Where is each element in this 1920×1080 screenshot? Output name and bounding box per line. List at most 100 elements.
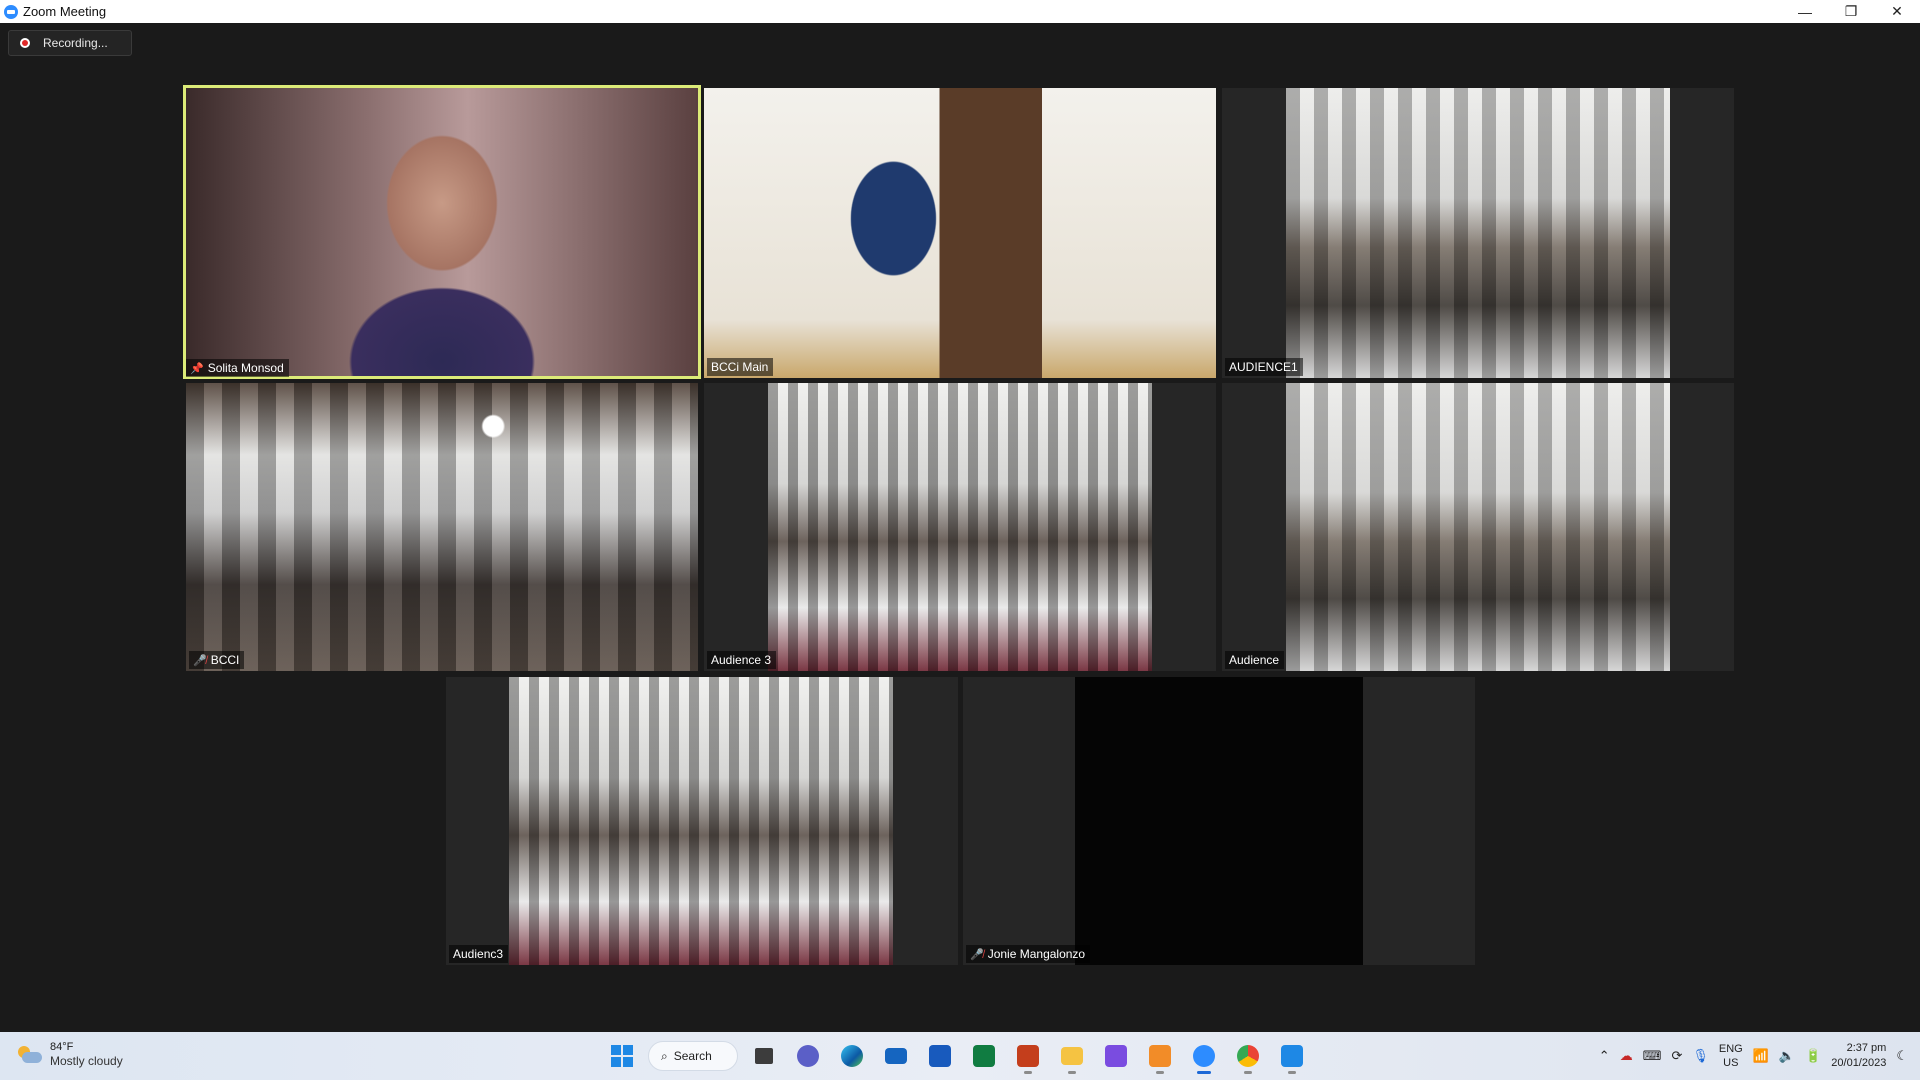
keyboard-region: US <box>1723 1057 1739 1069</box>
powerpoint-icon <box>1017 1045 1039 1067</box>
language-indicator[interactable]: ENG US <box>1719 1042 1743 1070</box>
task-view-icon <box>755 1048 773 1064</box>
windows-taskbar: 84°F Mostly cloudy ⌕ Search ⌃ ☁ ⌨ ⟳ 🎙 EN… <box>0 1032 1920 1080</box>
microphone-icon[interactable]: 🎙 <box>1692 1048 1709 1064</box>
mail-icon <box>885 1048 907 1064</box>
language-code: ENG <box>1718 1043 1743 1055</box>
participant-video <box>1286 383 1670 671</box>
participant-video <box>1075 677 1363 965</box>
recording-indicator[interactable]: Recording... <box>8 30 132 56</box>
edge-button[interactable] <box>834 1038 870 1074</box>
chrome-icon <box>1237 1045 1259 1067</box>
wifi-icon[interactable]: 📶 <box>1753 1048 1769 1064</box>
running-indicator <box>1068 1071 1076 1074</box>
onedrive-error-icon[interactable]: ☁ <box>1620 1048 1633 1064</box>
sync-icon[interactable]: ⟳ <box>1671 1048 1682 1064</box>
edge-icon <box>841 1045 863 1067</box>
weather-widget[interactable]: 84°F Mostly cloudy <box>16 1041 123 1069</box>
teams-chat-button[interactable] <box>790 1038 826 1074</box>
excel-icon <box>973 1045 995 1067</box>
participant-nameplate: AUDIENCE1 <box>1225 358 1303 376</box>
orange-app-button[interactable] <box>1142 1038 1178 1074</box>
running-indicator <box>1244 1071 1252 1074</box>
participant-nameplate: Audience <box>1225 651 1285 669</box>
focus-moon-icon[interactable]: ☾ <box>1896 1048 1908 1064</box>
participant-name: AUDIENCE1 <box>1229 360 1298 374</box>
participant-video <box>186 88 698 376</box>
system-tray: ⌃ ☁ ⌨ ⟳ 🎙 ENG US 📶 🔈 🔋 2:37 pm 20/01/202… <box>1599 1032 1908 1080</box>
video-tile-bcci[interactable]: 🎤̸ BCCI <box>186 383 698 671</box>
record-icon <box>20 38 30 48</box>
participant-nameplate: 🎤̸ Jonie Mangalonzo <box>966 945 1091 963</box>
chevron-up-icon[interactable]: ⌃ <box>1599 1048 1610 1064</box>
participant-name: Audience 3 <box>711 653 772 667</box>
chrome-button[interactable] <box>1230 1038 1266 1074</box>
close-button[interactable]: ✕ <box>1874 0 1920 23</box>
participant-video <box>509 677 893 965</box>
participant-name: Jonie Mangalonzo <box>987 947 1086 961</box>
recording-label: Recording... <box>43 36 108 50</box>
window-controls: — ❐ ✕ <box>1782 0 1920 23</box>
video-tile-audience-3[interactable]: Audience 3 <box>704 383 1216 671</box>
zoom-taskbar-button[interactable] <box>1186 1038 1222 1074</box>
clock[interactable]: 2:37 pm 20/01/2023 <box>1831 1041 1886 1071</box>
muted-mic-icon: 🎤̸ <box>193 654 207 667</box>
video-tile-audience1[interactable]: AUDIENCE1 <box>1222 88 1734 378</box>
keyboard-icon[interactable]: ⌨ <box>1643 1048 1662 1064</box>
taskbar-search[interactable]: ⌕ Search <box>648 1041 738 1071</box>
excel-button[interactable] <box>966 1038 1002 1074</box>
video-tile-bcci-main[interactable]: BCCi Main <box>704 88 1216 378</box>
file-explorer-button[interactable] <box>1054 1038 1090 1074</box>
camera-app-button[interactable] <box>1274 1038 1310 1074</box>
running-indicator <box>1197 1071 1211 1074</box>
participant-nameplate: 📌 Solita Monsod <box>186 359 289 377</box>
running-indicator <box>1288 1071 1296 1074</box>
participant-name: Solita Monsod <box>207 361 284 375</box>
restore-button[interactable]: ❐ <box>1828 0 1874 23</box>
video-tile-audience[interactable]: Audience <box>1222 383 1734 671</box>
window-title: Zoom Meeting <box>23 4 107 19</box>
participant-video <box>186 383 698 671</box>
start-button[interactable] <box>604 1038 640 1074</box>
pin-icon: 📌 <box>190 362 204 375</box>
taskbar-apps: ⌕ Search <box>604 1038 1310 1074</box>
video-tile-audienc3[interactable]: Audienc3 <box>446 677 958 965</box>
muted-mic-icon: 🎤̸ <box>970 948 984 961</box>
battery-icon[interactable]: 🔋 <box>1805 1048 1821 1064</box>
weather-condition: Mostly cloudy <box>50 1054 123 1068</box>
task-view-button[interactable] <box>746 1038 782 1074</box>
zoom-icon <box>1193 1045 1215 1067</box>
weather-temperature: 84°F <box>50 1041 74 1053</box>
clipchamp-button[interactable] <box>1098 1038 1134 1074</box>
participant-video <box>704 88 1216 378</box>
orange-app-icon <box>1149 1045 1171 1067</box>
speaker-icon[interactable]: 🔈 <box>1779 1048 1795 1064</box>
video-tile-jonie-mangalonzo[interactable]: 🎤̸ Jonie Mangalonzo <box>963 677 1475 965</box>
mail-button[interactable] <box>878 1038 914 1074</box>
windows-logo-icon <box>611 1045 633 1067</box>
running-indicator <box>1024 1071 1032 1074</box>
minimize-button[interactable]: — <box>1782 0 1828 23</box>
participant-name: BCCI <box>210 653 240 667</box>
word-icon <box>929 1045 951 1067</box>
zoom-app-icon <box>4 4 18 19</box>
participant-name: Audience <box>1229 653 1280 667</box>
participant-name: BCCi Main <box>711 360 769 374</box>
camera-icon <box>1281 1045 1303 1067</box>
clapperboard-icon <box>1105 1045 1127 1067</box>
video-tile-solita-monsod[interactable]: 📌 Solita Monsod <box>183 85 701 379</box>
participant-nameplate: Audienc3 <box>449 945 509 963</box>
folder-icon <box>1061 1047 1083 1065</box>
participant-nameplate: 🎤̸ BCCI <box>189 651 245 669</box>
teams-chat-icon <box>797 1045 819 1067</box>
partly-cloudy-icon <box>16 1046 42 1064</box>
clock-date: 20/01/2023 <box>1831 1057 1887 1069</box>
participant-nameplate: BCCi Main <box>707 358 774 376</box>
title-bar: Zoom Meeting — ❐ ✕ <box>0 0 1920 23</box>
participant-nameplate: Audience 3 <box>707 651 777 669</box>
word-button[interactable] <box>922 1038 958 1074</box>
powerpoint-button[interactable] <box>1010 1038 1046 1074</box>
participant-video <box>1286 88 1670 378</box>
running-indicator <box>1156 1071 1164 1074</box>
search-label: Search <box>673 1049 712 1063</box>
